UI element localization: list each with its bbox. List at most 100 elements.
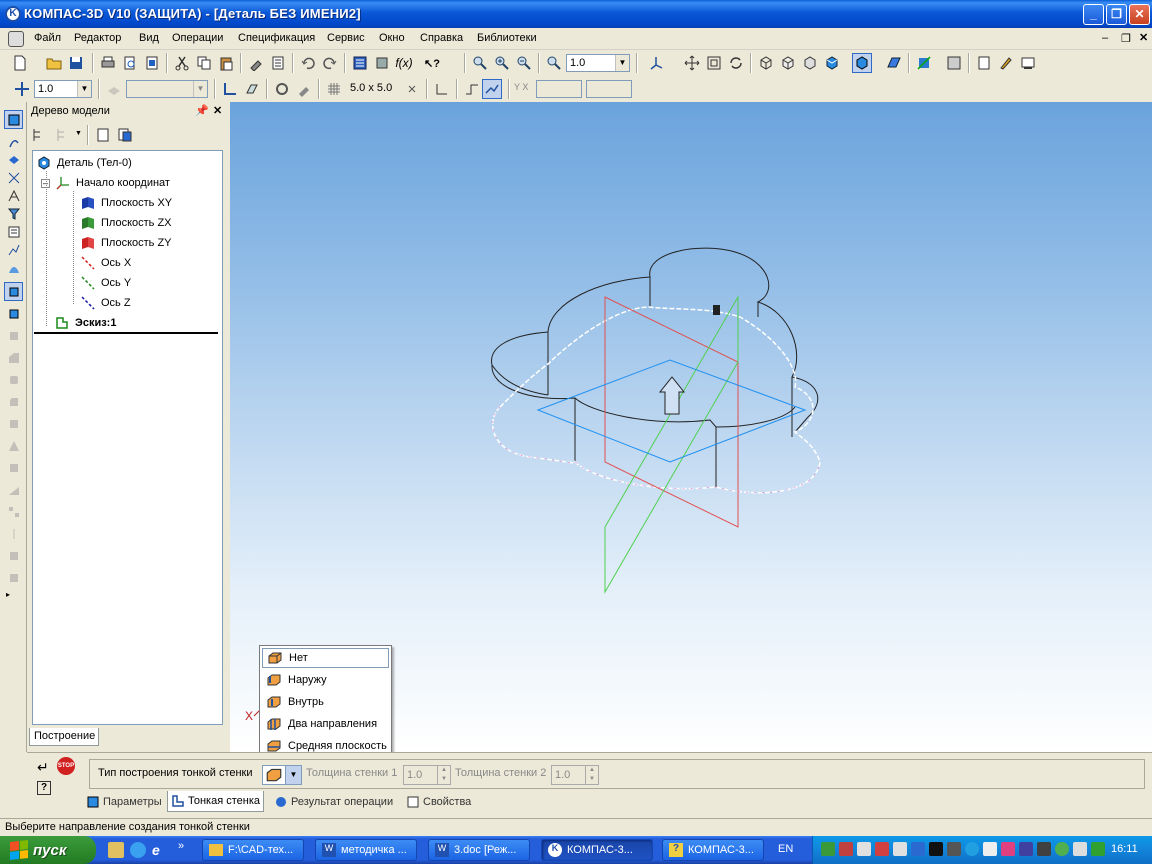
redo-icon[interactable]	[320, 53, 340, 73]
tree-item-origin[interactable]: – Начало координат	[41, 176, 170, 190]
step-combo[interactable]: 1.0 ▼	[34, 80, 92, 98]
orient-icon[interactable]	[242, 79, 262, 99]
orientation-icon[interactable]	[646, 53, 666, 73]
zoom-in-icon[interactable]	[492, 53, 512, 73]
undo-icon[interactable]	[298, 53, 318, 73]
tray-battery-icon[interactable]	[947, 842, 961, 856]
tray-nvidia-icon[interactable]	[1055, 842, 1069, 856]
geometry-icon[interactable]	[4, 132, 23, 151]
object-info-icon[interactable]	[944, 53, 964, 73]
fillet-icon[interactable]	[4, 370, 23, 389]
paste-icon[interactable]	[216, 53, 236, 73]
menu-specification[interactable]: Спецификация	[238, 32, 315, 44]
hole-icon[interactable]	[4, 414, 23, 433]
tree-item-plane-zy[interactable]: Плоскость ZY	[81, 236, 172, 250]
thickness2-spinner[interactable]: ▲ ▼	[585, 765, 599, 785]
menu-help[interactable]: Справка	[420, 32, 463, 44]
help-icon[interactable]: ?	[37, 781, 51, 795]
wall-type-combo[interactable]: ▼	[262, 765, 302, 785]
tree-rebuild-icon[interactable]	[115, 125, 135, 145]
grid-settings-icon[interactable]	[402, 79, 422, 99]
task-kompas-help[interactable]: ? КОМПАС-3...	[662, 839, 764, 861]
copy-icon[interactable]	[194, 53, 214, 73]
properties-list-icon[interactable]	[268, 53, 288, 73]
manager-icon[interactable]	[350, 53, 370, 73]
tree-structure-icon[interactable]	[29, 125, 49, 145]
screen-icon[interactable]	[1018, 53, 1038, 73]
shaded-icon[interactable]	[822, 53, 842, 73]
kinematic-icon[interactable]	[4, 326, 23, 345]
mdi-close-button[interactable]: ✕	[1139, 31, 1148, 44]
cut-icon[interactable]	[172, 53, 192, 73]
thread-icon[interactable]	[4, 568, 23, 587]
tree-doc-icon[interactable]	[93, 125, 113, 145]
tab-thin-wall[interactable]: Тонкая стенка	[167, 791, 265, 812]
surfaces-icon[interactable]	[4, 258, 23, 277]
document-icon[interactable]	[8, 31, 24, 47]
quicklaunch-browser-icon[interactable]: e	[152, 842, 168, 858]
help-pointer-icon[interactable]: ↖?	[422, 53, 442, 73]
section-op-icon[interactable]	[4, 546, 23, 565]
shell-icon[interactable]	[4, 458, 23, 477]
coord-x-field[interactable]	[536, 80, 582, 98]
shaded-edges-icon[interactable]	[852, 53, 872, 73]
snap-brush-icon[interactable]	[294, 79, 314, 99]
tray-app5-icon[interactable]	[1091, 842, 1105, 856]
tray-media-icon[interactable]	[1001, 842, 1015, 856]
slope-icon[interactable]	[4, 480, 23, 499]
aux-geometry-icon[interactable]	[4, 168, 23, 187]
quicklaunch-more-icon[interactable]: »	[178, 840, 184, 852]
tab-properties[interactable]: Свойства	[403, 791, 474, 812]
open-folder-button[interactable]	[44, 53, 64, 73]
dimensions-icon[interactable]	[4, 186, 23, 205]
tree-item-sketch[interactable]: Эскиз:1	[55, 316, 116, 330]
chevron-down-icon[interactable]: ▼	[285, 766, 301, 784]
spec-icon[interactable]	[4, 222, 23, 241]
rib-icon[interactable]	[4, 436, 23, 455]
grid-size-value[interactable]: 5.0 x 5.0	[350, 82, 392, 94]
tree-view-icon[interactable]	[53, 125, 73, 145]
task-word-2[interactable]: W 3.doc [Реж...	[428, 839, 530, 861]
parametric-mode-icon[interactable]	[482, 79, 502, 99]
wall-type-dropdown[interactable]: Нет Наружу Внутрь Два направления Средня…	[259, 645, 392, 758]
quicklaunch-ie-icon[interactable]	[130, 842, 146, 858]
task-word-1[interactable]: W методичка ...	[315, 839, 417, 861]
section-icon[interactable]	[914, 53, 934, 73]
ortho-icon[interactable]	[432, 79, 452, 99]
dropdown-option-inward[interactable]: Внутрь	[262, 692, 389, 712]
zoom-icon[interactable]	[470, 53, 490, 73]
tree-item-axis-y[interactable]: Ось Y	[81, 276, 131, 290]
chevron-down-icon[interactable]: ▼	[193, 81, 207, 97]
tray-update-icon[interactable]	[965, 842, 979, 856]
menu-window[interactable]: Окно	[379, 32, 405, 44]
quicklaunch-desktop-icon[interactable]	[108, 842, 124, 858]
tab-parameters[interactable]: Параметры	[83, 791, 165, 812]
tray-monitor-icon[interactable]	[911, 842, 925, 856]
minimize-button[interactable]: _	[1083, 4, 1104, 25]
tree-item-axis-x[interactable]: Ось X	[81, 256, 131, 270]
task-kompas-active[interactable]: K КОМПАС-3...	[541, 839, 653, 861]
tree-item-part[interactable]: Деталь (Тел-0)	[37, 156, 132, 170]
tree-item-plane-zx[interactable]: Плоскость ZX	[81, 216, 172, 230]
edit-details-icon[interactable]	[4, 110, 23, 129]
volume-icon[interactable]	[1073, 842, 1087, 856]
wireframe-icon[interactable]	[756, 53, 776, 73]
close-icon[interactable]: ✕	[213, 104, 222, 117]
stop-icon[interactable]: STOP	[57, 757, 75, 775]
maximize-button[interactable]: ❐	[1106, 4, 1127, 25]
planes-icon[interactable]	[4, 150, 23, 169]
tab-operation-result[interactable]: Результат операции	[271, 791, 396, 812]
rotate-op-icon[interactable]	[4, 304, 23, 323]
tray-alert-icon[interactable]	[875, 842, 889, 856]
loft-icon[interactable]	[4, 348, 23, 367]
rotate-icon[interactable]	[726, 53, 746, 73]
task-folder[interactable]: F:\CAD-тех...	[202, 839, 304, 861]
coord-y-field[interactable]	[586, 80, 632, 98]
tray-app2-icon[interactable]	[983, 842, 997, 856]
tray-drive-icon[interactable]	[857, 842, 871, 856]
start-button[interactable]: пуск	[0, 836, 96, 864]
clock[interactable]: 16:11	[1111, 843, 1138, 855]
tray-terminal-icon[interactable]	[929, 842, 943, 856]
menu-operations[interactable]: Операции	[172, 32, 223, 44]
menu-view[interactable]: Вид	[139, 32, 159, 44]
